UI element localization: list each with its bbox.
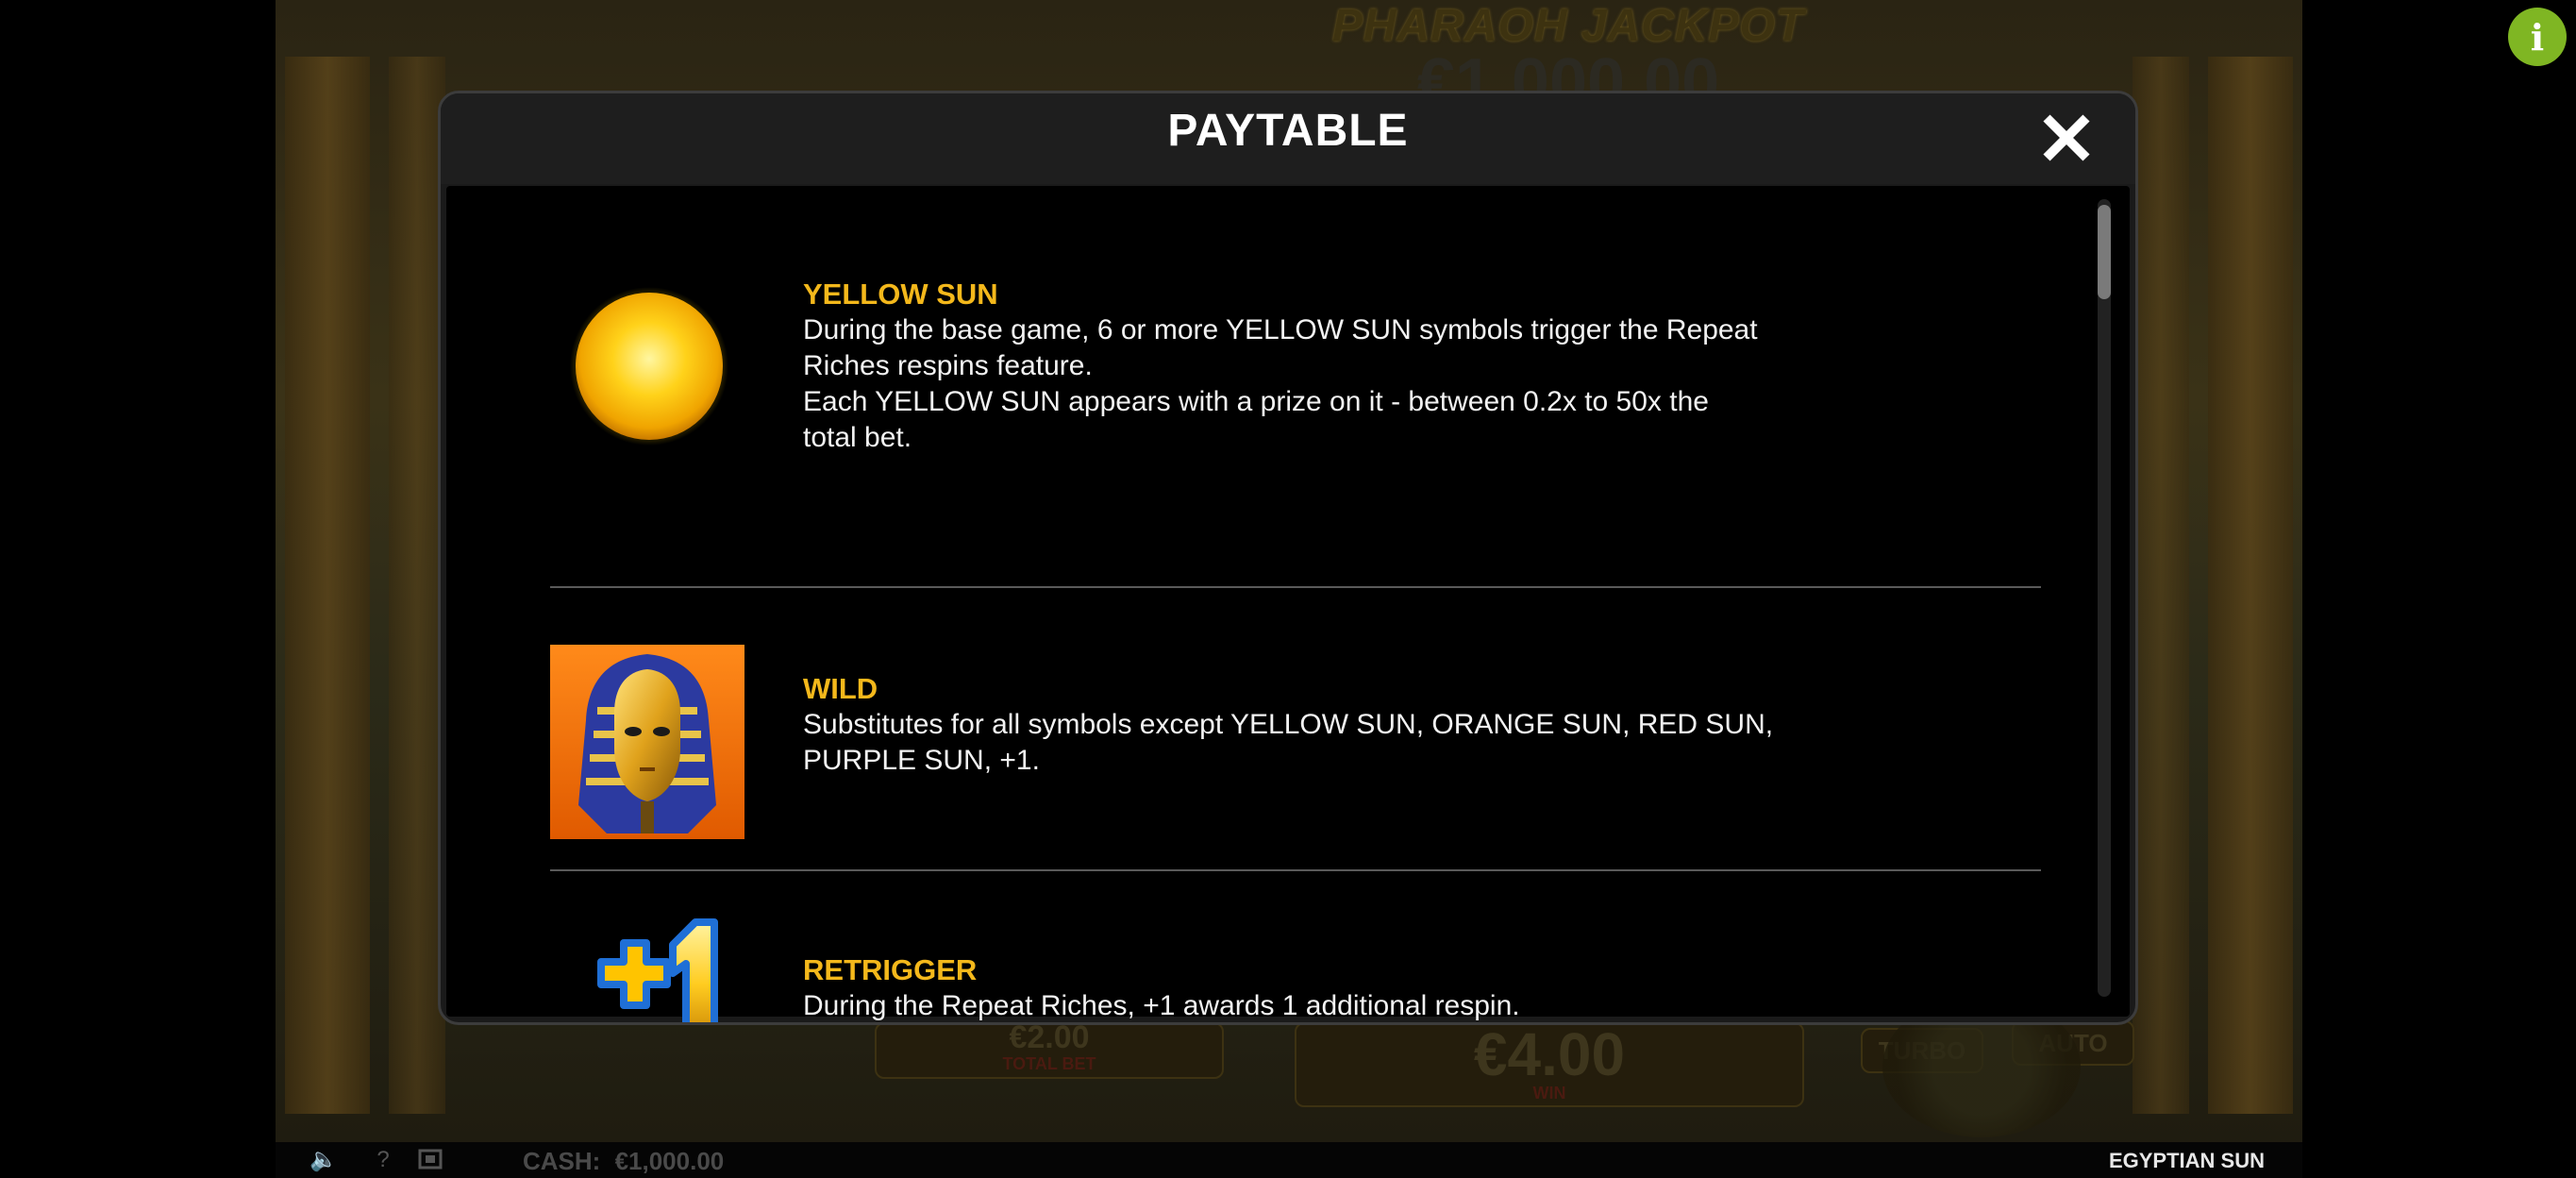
game-name: EGYPTIAN SUN xyxy=(2108,1149,2265,1172)
cash-value: €1,000.00 xyxy=(614,1147,725,1175)
cash-display: CASH: €1,000.00 xyxy=(523,1147,724,1176)
entry-description-line: Substitutes for all symbols except YELLO… xyxy=(803,709,1774,740)
divider xyxy=(550,869,2041,871)
entry-description-line: During the base game, 6 or more YELLOW S… xyxy=(803,314,1758,345)
pillar-right-inner xyxy=(2133,57,2189,1114)
pillar-left-inner xyxy=(389,57,445,1114)
pillar-left xyxy=(285,57,370,1114)
scrollbar-thumb[interactable] xyxy=(2098,205,2111,299)
info-icon: i xyxy=(2530,15,2545,59)
entry-description-line: During the Repeat Riches, +1 awards 1 ad… xyxy=(803,990,1520,1021)
close-button[interactable] xyxy=(2039,110,2094,165)
entry-description-line: total bet. xyxy=(803,422,912,453)
cash-label: CASH: xyxy=(523,1147,601,1175)
total-bet-display: €2.00 TOTAL BET xyxy=(875,1019,1224,1079)
retrigger-text: RETRIGGER During the Repeat Riches, +1 a… xyxy=(803,952,1775,1022)
plus-one-icon xyxy=(575,915,726,1022)
pharaoh-wild-icon xyxy=(550,645,744,844)
paytable-modal: PAYTABLE YELLOW SUN During the base game… xyxy=(438,91,2138,1025)
divider xyxy=(550,586,2041,588)
total-bet-label: TOTAL BET xyxy=(1002,1054,1096,1073)
modal-title: PAYTABLE xyxy=(1167,106,1409,156)
entry-description-line: Riches respins feature. xyxy=(803,350,1093,381)
game-screen: PHARAOH JACKPOT €1,000.00 €2.00 TOTAL BE… xyxy=(0,0,2576,1178)
entry-title: YELLOW SUN xyxy=(803,278,998,311)
pillar-right xyxy=(2208,57,2293,1114)
win-display: €4.00 WIN xyxy=(1295,1022,1804,1107)
info-button[interactable]: i xyxy=(2508,8,2567,66)
fullscreen-icon[interactable] xyxy=(417,1148,443,1172)
entry-description-line: PURPLE SUN, +1. xyxy=(803,745,1040,776)
wild-text: WILD Substitutes for all symbols except … xyxy=(803,671,1775,779)
scrollbar-track[interactable] xyxy=(2098,199,2111,997)
close-icon xyxy=(2043,114,2090,161)
paytable-content[interactable]: YELLOW SUN During the base game, 6 or mo… xyxy=(446,186,2130,1022)
yellow-sun-icon xyxy=(569,286,729,451)
win-value: €4.00 xyxy=(1473,1020,1626,1088)
entry-title: RETRIGGER xyxy=(803,953,978,986)
modal-header: PAYTABLE xyxy=(441,93,2135,184)
entry-description-line: Each YELLOW SUN appears with a prize on … xyxy=(803,386,1709,417)
speaker-icon[interactable]: 🔈 xyxy=(309,1148,338,1172)
help-icon[interactable]: ? xyxy=(370,1148,396,1172)
total-bet-value: €2.00 xyxy=(1009,1019,1090,1055)
entry-title: WILD xyxy=(803,672,878,705)
yellow-sun-text: YELLOW SUN During the base game, 6 or mo… xyxy=(803,277,1775,456)
bottom-bar: 🔈 ? CASH: €1,000.00 EGYPTIAN SUN xyxy=(276,1142,2302,1178)
jackpot-panel: PHARAOH JACKPOT €1,000.00 xyxy=(1285,0,1851,121)
